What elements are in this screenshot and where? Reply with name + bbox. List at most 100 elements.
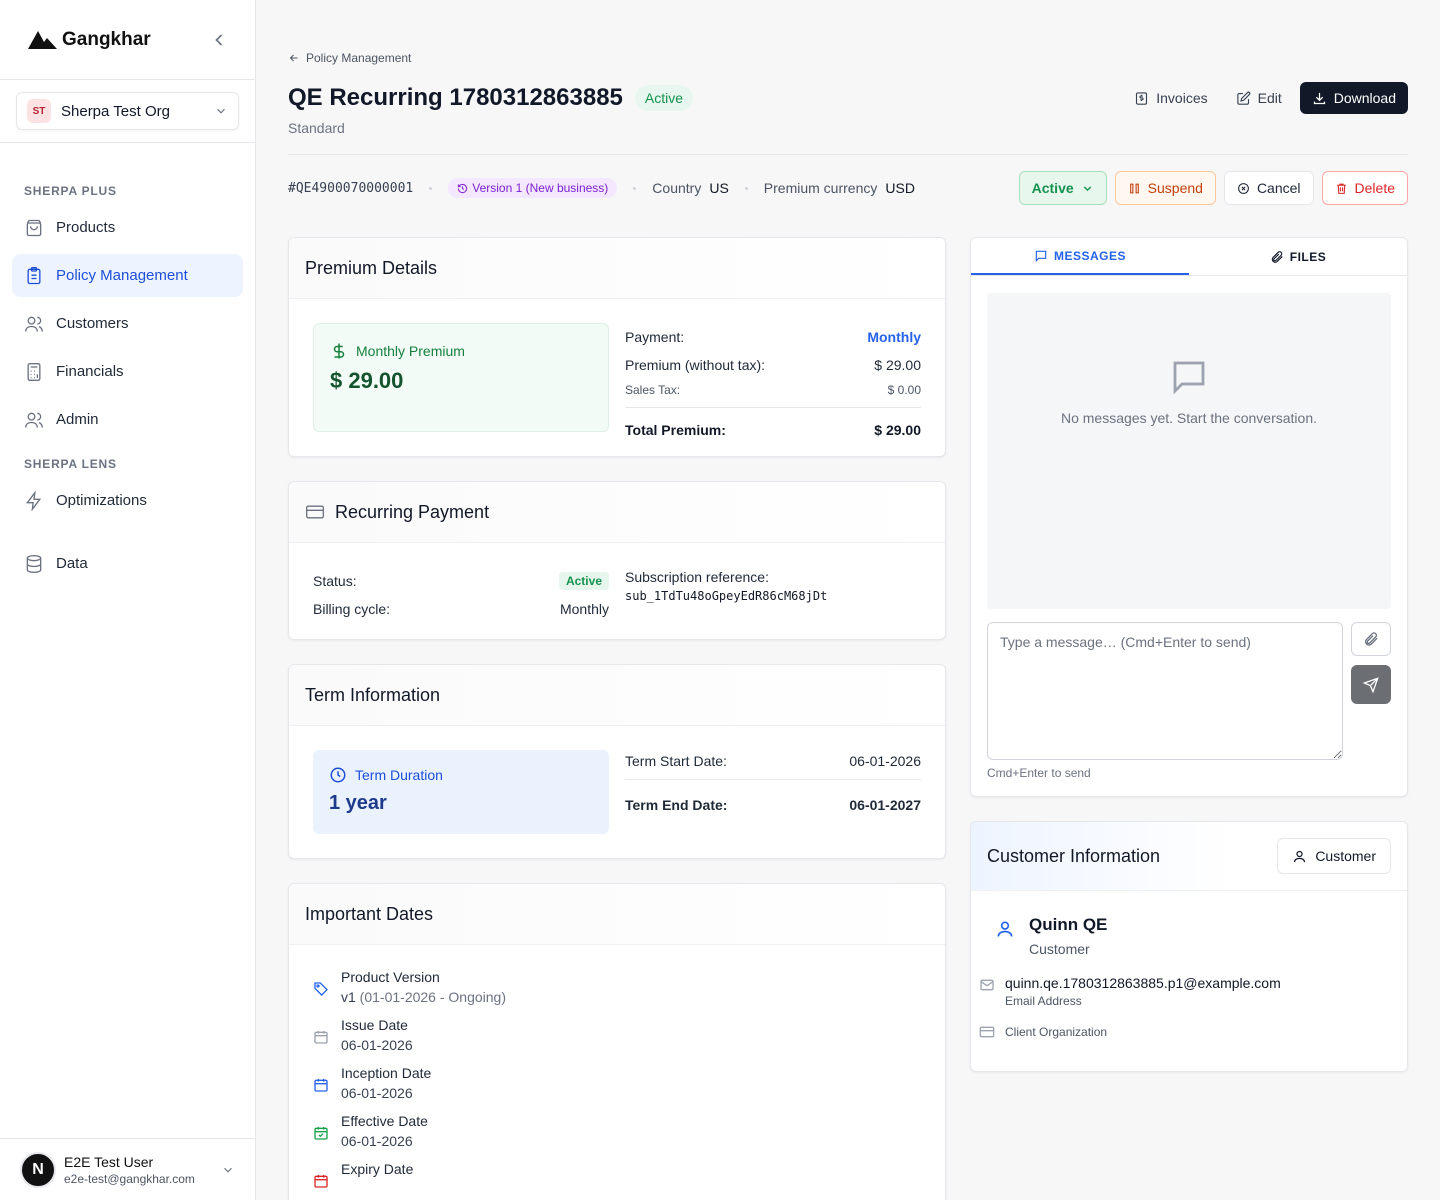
invoices-button[interactable]: Invoices (1124, 82, 1217, 114)
separator-dot (744, 186, 748, 190)
cancel-button[interactable]: Cancel (1223, 171, 1314, 205)
billing-cycle-label: Billing cycle: (313, 601, 391, 617)
org-switcher-wrapper: ST Sherpa Test Org (0, 80, 255, 143)
customer-organization: Client Organization (979, 1022, 1383, 1040)
sidebar-item-financials[interactable]: Financials (12, 350, 243, 393)
term-dates: Term Start Date: 06-01-2026 Term End Dat… (625, 750, 921, 815)
billing-cycle-value: Monthly (559, 601, 609, 617)
nav-data: Data (0, 542, 255, 585)
customer-information-card: Customer Information Customer Quinn QE C… (970, 821, 1408, 1072)
subscription-reference: Subscription reference: sub_1TdTu48oGpey… (625, 567, 827, 603)
sidebar-item-label: Customers (56, 315, 129, 332)
user-icon (1294, 850, 1306, 862)
title-row: QE Recurring 1780312863885 Active (288, 84, 694, 112)
calendar-x-icon (314, 1175, 328, 1188)
sidebar-item-admin[interactable]: Admin (12, 398, 243, 441)
card-header: Important Dates (289, 884, 945, 945)
sidebar-item-customers[interactable]: Customers (12, 302, 243, 345)
calculator-icon (27, 362, 41, 381)
invoice-icon (1136, 91, 1148, 105)
card-header: Term Information (289, 665, 945, 726)
sidebar-item-data[interactable]: Data (12, 542, 243, 585)
term-end-label: Term End Date: (625, 796, 728, 813)
tax-label: Sales Tax: (625, 383, 681, 397)
edit-button[interactable]: Edit (1226, 82, 1292, 114)
policy-meta-row: #QE4900070000001 Version 1 (New business… (288, 172, 915, 204)
date-label: Issue Date (341, 1017, 408, 1033)
term-end-value: 06-01-2027 (849, 796, 921, 813)
chevron-left-icon[interactable] (209, 30, 229, 50)
dollar-icon (333, 343, 345, 359)
term-information-card: Term Information Term Duration 1 year Te… (288, 664, 946, 859)
card-header: Premium Details (289, 238, 945, 299)
org-switcher[interactable]: ST Sherpa Test Org (16, 92, 239, 130)
messages-panel: MESSAGES FILES No messages yet. Start th… (970, 237, 1408, 797)
customer-button-label: Customer (1315, 848, 1376, 864)
suspend-button[interactable]: Suspend (1114, 171, 1216, 205)
payment-row: Payment: Monthly (625, 323, 921, 351)
panel-tabs: MESSAGES FILES (971, 238, 1407, 276)
customer-name: Quinn QE (1029, 915, 1108, 934)
currency-value: USD (885, 180, 915, 196)
main-content: Policy Management QE Recurring 178031286… (256, 0, 1440, 1200)
delete-button[interactable]: Delete (1321, 171, 1408, 205)
monthly-premium-text: Monthly Premium (356, 343, 465, 359)
delete-label: Delete (1354, 180, 1395, 196)
mountain-logo-icon (28, 30, 57, 49)
sidebar-item-label: Products (56, 219, 116, 236)
sidebar-item-products[interactable]: Products (12, 206, 243, 249)
users-icon (25, 412, 43, 428)
tab-messages[interactable]: MESSAGES (971, 238, 1189, 275)
total-row: Total Premium: $ 29.00 (625, 407, 921, 443)
nav-heading-sherpa-lens: SHERPA LENS (24, 457, 117, 471)
country-meta: Country US (652, 180, 728, 196)
credit-card-icon (306, 505, 324, 519)
download-button[interactable]: Download (1299, 82, 1408, 114)
user-menu[interactable]: N E2E Test User e2e-test@gangkhar.com (0, 1138, 255, 1200)
nav-sherpa-plus: SHERPA PLUS Products Policy Management C… (0, 184, 255, 441)
calendar-icon (314, 1079, 328, 1092)
tab-files[interactable]: FILES (1189, 238, 1407, 275)
header-actions: Invoices Edit Download (1124, 82, 1408, 114)
term-end-row: Term End Date: 06-01-2027 (625, 779, 921, 815)
monthly-premium-box: Monthly Premium $ 29.00 (313, 323, 609, 432)
term-start-label: Term Start Date: (625, 753, 727, 769)
date-extra: (01-01-2026 - Ongoing) (355, 989, 506, 1005)
paperclip-icon (1365, 632, 1378, 646)
customer-email-label: Email Address (1005, 994, 1082, 1008)
date-value: 06-01-2026 (341, 1133, 413, 1149)
tax-value: $ 0.00 (887, 383, 921, 397)
customer-email-value[interactable]: quinn.qe.1780312863885.p1@example.com (1005, 975, 1281, 991)
card-title: Term Information (305, 684, 441, 705)
card-title: Important Dates (305, 903, 434, 924)
empty-messages-text: No messages yet. Start the conversation. (1060, 410, 1317, 426)
status-dropdown[interactable]: Active (1018, 171, 1107, 205)
message-input[interactable] (987, 622, 1343, 760)
brand-logo[interactable]: Gangkhar (28, 29, 151, 51)
attach-button[interactable] (1351, 622, 1391, 656)
sidebar-item-policy-management[interactable]: Policy Management (12, 254, 243, 297)
sidebar-item-optimizations[interactable]: Optimizations (12, 479, 243, 522)
term-duration-label: Term Duration (329, 766, 593, 784)
date-label: Inception Date (341, 1065, 432, 1081)
recurring-status: Status: Active Billing cycle: Monthly (313, 567, 609, 623)
breadcrumb[interactable]: Policy Management (288, 51, 411, 65)
send-button[interactable] (1351, 665, 1391, 704)
term-duration-value: 1 year (329, 792, 387, 814)
separator-dot (429, 186, 433, 190)
monthly-premium-label: Monthly Premium (330, 342, 592, 360)
version-badge[interactable]: Version 1 (New business) (448, 178, 618, 198)
lightning-icon (26, 490, 42, 511)
country-value: US (709, 180, 729, 196)
list-item: Product Version v1 (01-01-2026 - Ongoing… (313, 969, 506, 1005)
currency-label: Premium currency (763, 180, 878, 196)
payment-label: Payment: (625, 329, 685, 345)
premium-label: Premium (without tax): (625, 357, 766, 373)
card-header: Recurring Payment (289, 482, 945, 543)
org-badge: ST (27, 99, 51, 123)
customer-button[interactable]: Customer (1277, 838, 1391, 874)
clipboard-icon (27, 266, 41, 284)
date-label: Effective Date (341, 1113, 428, 1129)
country-label: Country (652, 180, 702, 196)
header-divider (288, 154, 1408, 155)
